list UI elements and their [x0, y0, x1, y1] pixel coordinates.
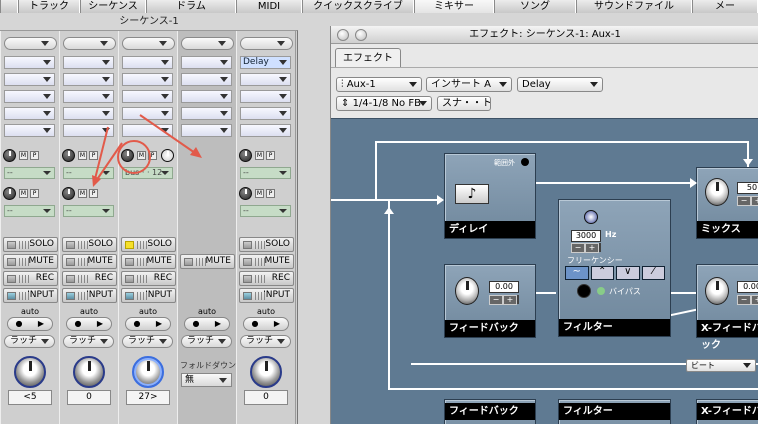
annotation-overlay — [92, 114, 202, 187]
signal-wire — [671, 292, 696, 294]
frequency-knob[interactable] — [584, 210, 598, 224]
frequency-value[interactable]: 3000 — [571, 230, 601, 242]
signal-wire — [331, 199, 441, 201]
effect-toolbar: ⫶ Aux-1 インサート A Delay ⇕ 1/4-1/8 No FB スナ… — [331, 67, 758, 117]
tab-midi[interactable]: MIDI — [236, 0, 302, 13]
tab-bar: トラック シーケンス ドラム MIDI クイックスクライブ ミキサー ソング サ… — [0, 0, 758, 13]
signal-wire — [375, 141, 747, 143]
tab-prev[interactable] — [0, 0, 18, 13]
signal-arrow — [437, 195, 444, 205]
feedback-knob[interactable] — [455, 277, 479, 305]
mix-value[interactable]: 50 — [737, 182, 758, 194]
signal-arrow — [690, 178, 697, 188]
signal-wire — [536, 182, 696, 184]
preset-dropdown[interactable]: ⇕ 1/4-1/8 No FB — [336, 96, 432, 111]
bypass-led — [597, 287, 605, 295]
frequency-label: フリーケンシー — [567, 256, 623, 265]
tab-quickscribe[interactable]: クイックスクライブ — [302, 0, 414, 13]
tab-sequences[interactable]: シーケンス — [80, 0, 146, 13]
frequency-stepper[interactable]: − + — [571, 243, 601, 253]
out-of-range-label: 範囲外 — [494, 159, 515, 167]
signal-wire — [388, 388, 758, 390]
mix-stepper[interactable]: −+ — [737, 196, 758, 206]
x-feedback-label-2: X-フィードバッ — [697, 403, 758, 424]
feedback-stepper[interactable]: − + — [489, 295, 519, 305]
mix-module: 50 −+ ミックス — [696, 167, 758, 239]
feedback-module-2: フィードバック — [444, 399, 536, 424]
annotation-arrow-head — [190, 147, 202, 158]
signal-arrow — [384, 207, 394, 214]
x-feedback-stepper[interactable]: −+ — [737, 295, 758, 305]
effect-routing-canvas: 範囲外 ♪ ディレイ 3000 Hz − + フリーケンシー ∼ ⌃ ∨ ⁄ バイ… — [331, 118, 758, 424]
signal-arrow — [743, 159, 753, 166]
tab-more[interactable]: メー — [692, 0, 758, 13]
feedback-label: フィードバック — [445, 320, 535, 337]
effect-type-dropdown[interactable]: Delay — [517, 77, 603, 92]
filter-label: フィルター — [559, 319, 670, 336]
filter-type-selector[interactable]: ∼ ⌃ ∨ ⁄ — [565, 266, 665, 280]
filter-label-2: フィルター — [559, 403, 670, 420]
bypass-label: バイパス — [609, 287, 641, 296]
filter-module: 3000 Hz − + フリーケンシー ∼ ⌃ ∨ ⁄ バイパス フィルター — [558, 199, 671, 337]
effect-window: エフェクト: シーケンス-1: Aux-1 エフェクト ⫶ Aux-1 インサー… — [330, 26, 758, 424]
sequence-title: シーケンス-1 — [119, 16, 179, 27]
tab-song[interactable]: ソング — [494, 0, 576, 13]
x-feedback-value[interactable]: 0.00 — [737, 281, 758, 293]
snapshot-button[interactable]: スナ・・ト — [437, 96, 491, 111]
feedback-label-2: フィードバック — [445, 403, 535, 420]
mix-knob[interactable] — [705, 178, 729, 206]
tab-tracks[interactable]: トラック — [18, 0, 80, 13]
effect-window-titlebar[interactable]: エフェクト: シーケンス-1: Aux-1 — [331, 26, 758, 44]
x-feedback-module: 0.00 −+ X-フィードバック — [696, 264, 758, 351]
beat-dropdown[interactable]: ビート — [686, 359, 756, 372]
signal-wire — [536, 292, 556, 294]
annotation-circle — [117, 140, 151, 174]
delay-label: ディレイ — [445, 221, 535, 238]
close-button[interactable] — [337, 29, 349, 41]
aux-dropdown[interactable]: ⫶ Aux-1 — [336, 77, 422, 92]
signal-wire — [375, 141, 377, 199]
filter-module-2: フィルター — [558, 399, 671, 424]
tab-effect[interactable]: エフェクト — [335, 48, 401, 68]
delay-module: 範囲外 ♪ ディレイ — [444, 153, 536, 239]
insert-dropdown[interactable]: インサート A — [426, 77, 512, 92]
feedback-value[interactable]: 0.00 — [489, 281, 519, 293]
note-value-button[interactable]: ♪ — [455, 184, 489, 204]
bypass-button[interactable] — [577, 284, 591, 298]
tab-soundfile[interactable]: サウンドファイル — [576, 0, 692, 13]
out-of-range-led — [521, 158, 529, 166]
mixer-panel: M P -- M P -- SOLO MUTE REC INPUT auto ●… — [0, 30, 298, 424]
mix-label: ミックス — [697, 221, 758, 238]
x-feedback-label: X-フィードバック — [697, 320, 758, 351]
tab-drums[interactable]: ドラム — [146, 0, 236, 13]
minimize-button[interactable] — [355, 29, 367, 41]
tab-mixer[interactable]: ミキサー — [414, 0, 494, 13]
feedback-module: 0.00 − + フィードバック — [444, 264, 536, 338]
x-feedback-knob[interactable] — [705, 277, 729, 305]
signal-wire — [388, 199, 390, 389]
x-feedback-module-2: X-フィードバッ — [696, 399, 758, 424]
frequency-unit: Hz — [605, 230, 617, 239]
effect-window-title: エフェクト: シーケンス-1: Aux-1 — [469, 29, 621, 40]
